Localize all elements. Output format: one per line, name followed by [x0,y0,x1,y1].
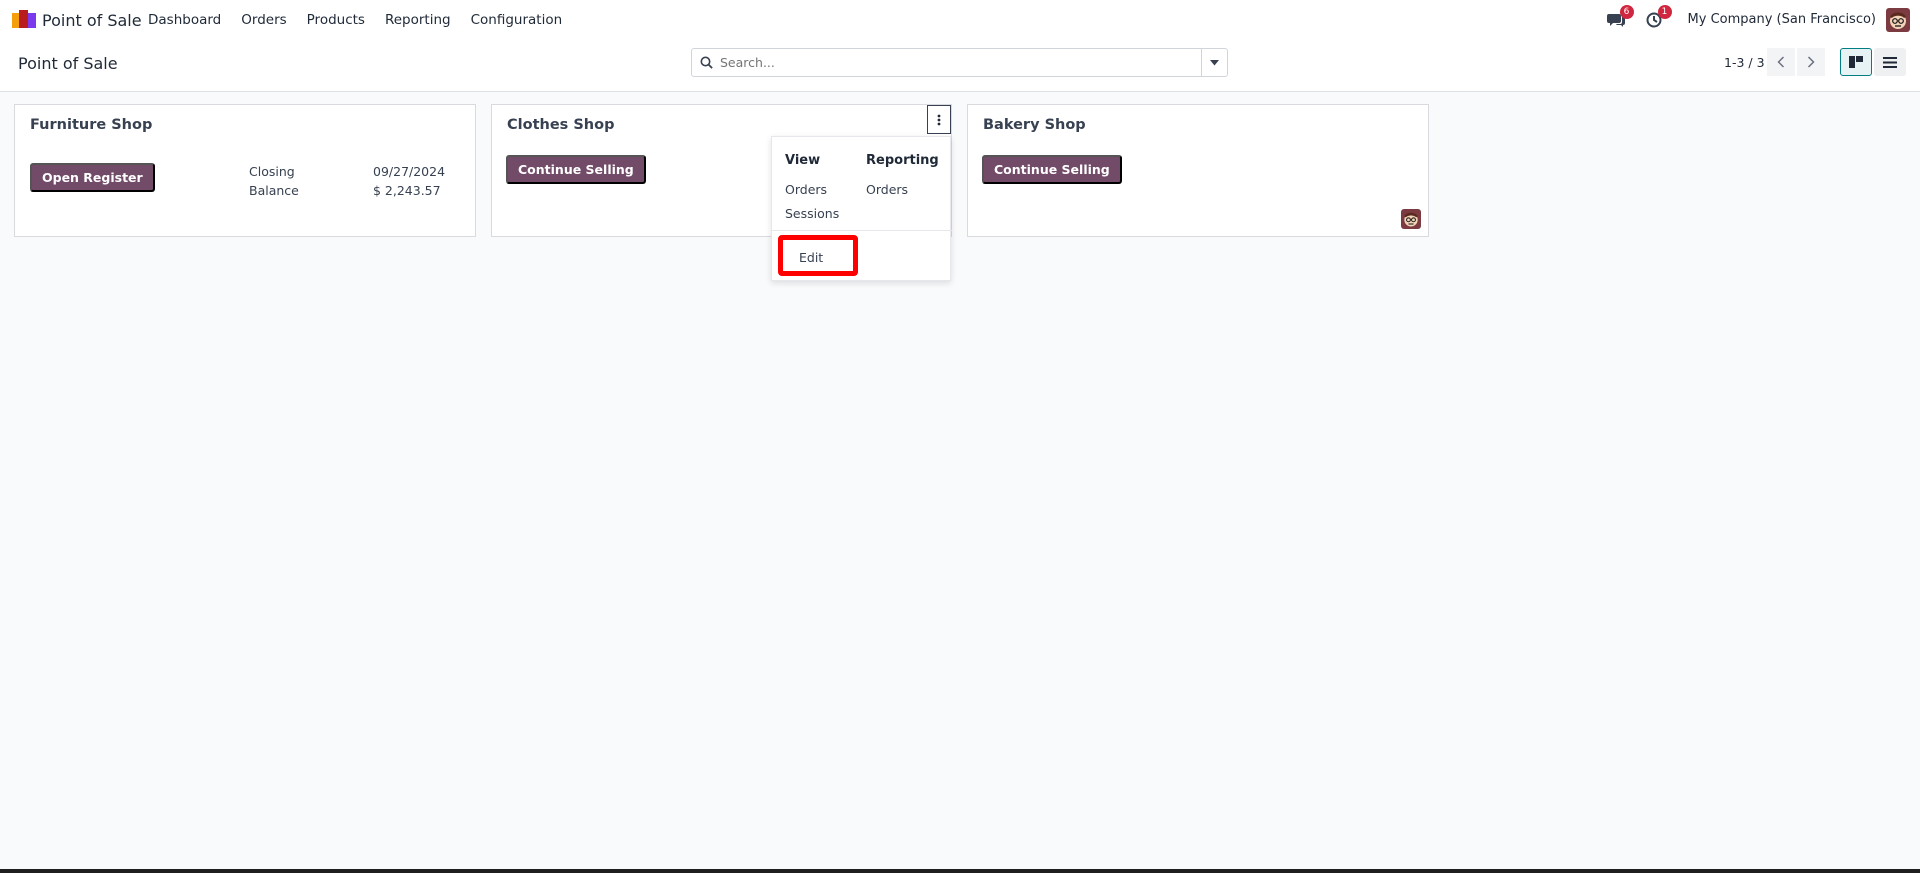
bottom-edge [0,869,1920,873]
card-title: Bakery Shop [983,117,1086,133]
menu-dashboard[interactable]: Dashboard [138,12,231,28]
dropdown-view-orders[interactable]: Orders [785,182,827,197]
kanban-icon [1849,56,1863,68]
card-title: Clothes Shop [507,117,615,133]
list-view-button[interactable] [1874,48,1906,76]
user-avatar[interactable] [1886,7,1910,32]
vertical-dots-icon [937,114,941,125]
avatar-icon [1401,209,1421,229]
open-register-button[interactable]: Open Register [30,163,155,192]
kanban-view-button[interactable] [1840,48,1872,76]
company-switcher[interactable]: My Company (San Francisco) [1688,12,1876,27]
search-options-toggle[interactable] [1201,49,1227,76]
balance-value: $ 2,243.57 [373,183,441,198]
menu-orders[interactable]: Orders [231,12,296,28]
kanban-card-furniture-shop[interactable]: Furniture Shop Open Register Closing 09/… [14,104,476,237]
search-bar [691,48,1228,77]
control-panel: Point of Sale 1-3 / 3 [0,39,1920,92]
responsible-avatar [1401,209,1421,229]
caret-down-icon [1210,59,1219,65]
activities-badge: 1 [1657,4,1672,19]
menu-configuration[interactable]: Configuration [461,12,573,28]
pager-previous-button[interactable] [1767,48,1795,76]
activities-button[interactable]: 1 [1642,4,1672,32]
dropdown-view-sessions[interactable]: Sessions [785,206,839,221]
search-input[interactable] [720,49,1201,76]
chevron-left-icon [1777,56,1785,68]
kanban-card-bakery-shop[interactable]: Bakery Shop Continue Selling [967,104,1429,237]
menu-reporting[interactable]: Reporting [375,12,461,28]
systray: 6 1 My Company (San Francisco) [1604,0,1920,39]
card-dropdown-menu: View Reporting Orders Sessions Orders Ed… [771,136,952,281]
dropdown-view-header: View [785,153,821,168]
dropdown-reporting-header: Reporting [866,153,939,168]
pos-app-icon[interactable] [12,10,36,28]
pager-next-button[interactable] [1797,48,1825,76]
continue-selling-button[interactable]: Continue Selling [982,155,1122,184]
list-icon [1883,56,1897,68]
messages-button[interactable]: 6 [1604,4,1634,32]
closing-label: Closing [249,164,295,179]
breadcrumb: Point of Sale [18,54,118,73]
avatar-icon [1886,7,1910,32]
closing-value: 09/27/2024 [373,164,446,179]
main-menu: Dashboard Orders Products Reporting Conf… [138,0,572,39]
app-name[interactable]: Point of Sale [42,11,142,30]
balance-label: Balance [249,183,299,198]
card-title: Furniture Shop [30,117,153,133]
search-icon [692,56,720,69]
dropdown-edit[interactable]: Edit [799,250,823,265]
card-menu-button[interactable] [927,105,951,134]
dropdown-divider [772,230,952,231]
menu-products[interactable]: Products [297,12,375,28]
continue-selling-button[interactable]: Continue Selling [506,155,646,184]
pager-value[interactable]: 1-3 / 3 [1724,55,1765,70]
messages-badge: 6 [1619,4,1634,19]
chevron-right-icon [1807,56,1815,68]
top-navbar: Point of Sale Dashboard Orders Products … [0,0,1920,39]
dropdown-reporting-orders[interactable]: Orders [866,182,908,197]
